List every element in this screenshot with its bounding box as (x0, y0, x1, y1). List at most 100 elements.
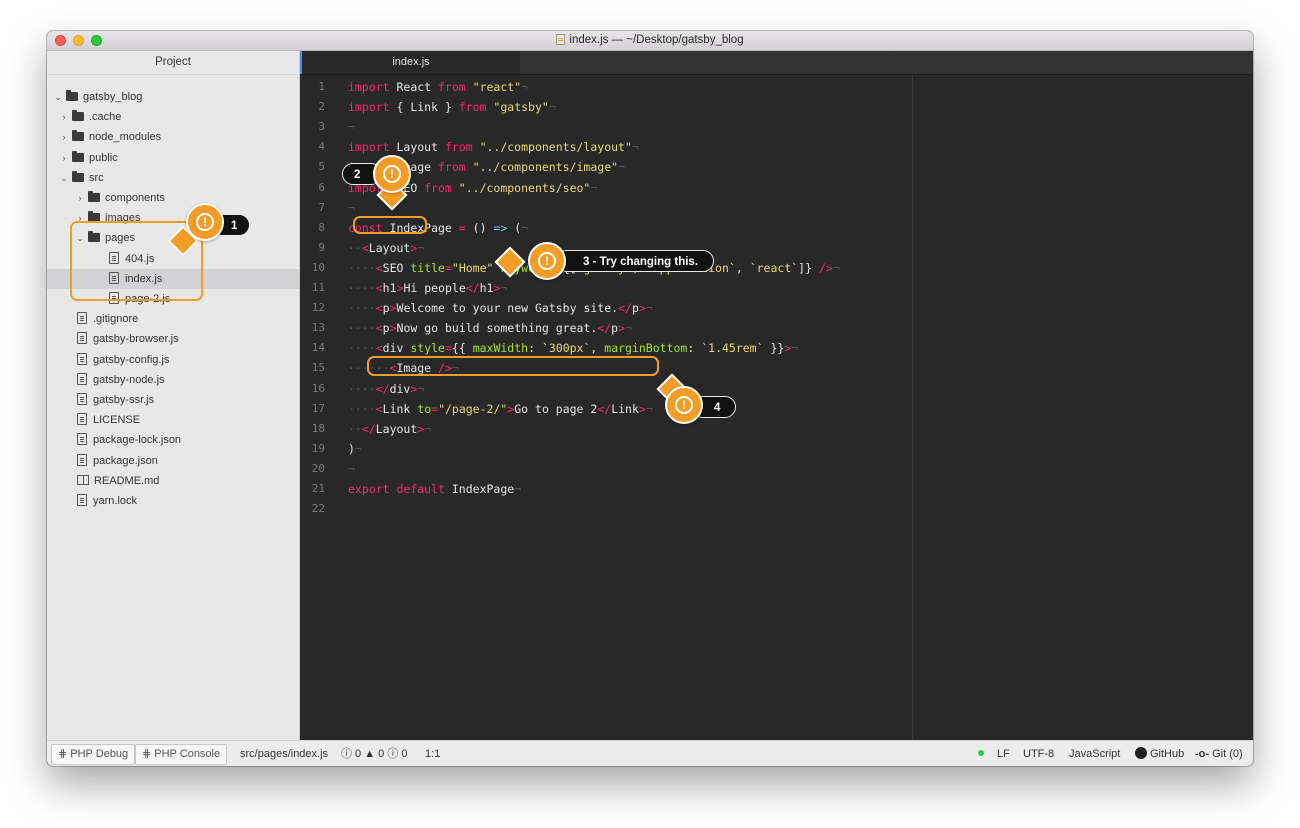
code-line[interactable]: ····<div style={{ maxWidth: `300px`, mar… (348, 338, 798, 358)
code-line[interactable]: ····<p>Now go build something great.</p>… (348, 318, 632, 338)
code-line[interactable]: import React from "react"¬ (348, 77, 528, 97)
tree-folder[interactable]: › node_modules (47, 127, 299, 147)
code-token: = (444, 260, 452, 275)
code-line[interactable]: ··<Layout>¬ (348, 238, 424, 258)
code-line[interactable]: import SEO from "../components/seo"¬ (348, 178, 597, 198)
code-line[interactable]: ····<SEO title="Home" keywords={[`gatsby… (348, 258, 840, 278)
chevron-right-icon[interactable]: › (59, 107, 69, 127)
code-token: ¬ (348, 120, 355, 135)
tree-file[interactable]: README.md (47, 471, 299, 491)
tree-item-label: package-lock.json (93, 434, 182, 447)
chevron-right-icon[interactable]: › (75, 188, 85, 208)
code-line[interactable]: ··</Layout>¬ (348, 419, 431, 439)
code-token: Now go build something great. (396, 321, 598, 336)
tree-folder[interactable]: › images (47, 208, 299, 228)
tree-file[interactable]: index.js (47, 268, 299, 289)
tree-file[interactable]: LICENSE (47, 410, 299, 430)
tree-item-label: node_modules (89, 131, 162, 144)
chevron-right-icon[interactable]: › (75, 208, 85, 228)
tree-folder[interactable]: ⌄ gatsby_blog (47, 87, 299, 107)
code-token: to (417, 401, 432, 416)
line-number: 14 (311, 341, 325, 355)
tree-file[interactable]: package-lock.json (47, 430, 299, 450)
code-token: from (444, 140, 473, 155)
chevron-down-icon[interactable]: ⌄ (59, 168, 69, 188)
tree-folder[interactable]: ⌄ src (47, 168, 299, 188)
tree-file[interactable]: gatsby-browser.js (47, 329, 299, 349)
file-icon (109, 271, 119, 284)
folder-icon (66, 90, 78, 101)
code-line[interactable]: ······<Image />¬ (348, 358, 459, 378)
chevron-right-icon[interactable]: › (59, 127, 69, 147)
line-ending[interactable]: LF (997, 741, 1010, 766)
code-token: > (638, 301, 646, 316)
tree-file[interactable]: gatsby-ssr.js (47, 390, 299, 410)
code-token: import (348, 80, 390, 94)
chevron-down-icon[interactable]: ⌄ (75, 228, 85, 248)
code-line[interactable]: ····</div>¬ (348, 379, 424, 399)
tree-file[interactable]: package.json (47, 451, 299, 471)
code-line[interactable]: ····<h1>Hi people</h1>¬ (348, 278, 507, 298)
code-line[interactable]: ¬ (348, 459, 355, 479)
code-token: ¬ (832, 260, 840, 275)
folder-icon (72, 150, 84, 162)
code-line[interactable]: const IndexPage = () => (¬ (348, 218, 528, 238)
folder-icon (72, 110, 84, 122)
github-button[interactable]: GitHub (1135, 741, 1184, 766)
git-button[interactable]: -o- Git (0) (1195, 741, 1243, 766)
code-line[interactable]: )¬ (348, 439, 362, 459)
code-token: ¬ (625, 321, 632, 336)
code-line[interactable]: ¬ (348, 198, 355, 218)
tree-folder[interactable]: › .cache (47, 107, 299, 127)
code-token: ¬ (548, 100, 556, 115)
tree-folder[interactable]: › components (47, 188, 299, 208)
folder-icon (72, 130, 84, 142)
code-token: `, ` (625, 260, 653, 275)
diagnostics-count[interactable]: ⓘ 0 ▲ 0 ⓘ 0 (341, 741, 408, 766)
code-token: /> (818, 260, 833, 275)
tree-file[interactable]: page-2.js (47, 289, 299, 309)
code-line[interactable]: import Image from "../components/image"¬ (348, 157, 625, 177)
bug-icon: ⋕ (58, 748, 68, 760)
code-line[interactable]: import { Link } from "gatsby"¬ (348, 97, 556, 117)
tree-file[interactable]: .gitignore (47, 309, 299, 329)
code-token: : ` (528, 341, 549, 356)
code-line[interactable]: ····<p>Welcome to your new Gatsby site.<… (348, 298, 653, 318)
chevron-down-icon[interactable]: ⌄ (53, 87, 63, 107)
code-token: "../components/layout" (472, 140, 632, 155)
cursor-position[interactable]: 1:1 (425, 741, 440, 766)
code-editor[interactable]: import React from "react"¬ import { Link … (348, 75, 1253, 740)
grammar-selector[interactable]: JavaScript (1069, 741, 1120, 766)
code-line[interactable]: ¬ (348, 117, 355, 137)
code-token: ¬ (645, 401, 653, 416)
code-token: < (375, 260, 383, 275)
file-icon (77, 393, 87, 405)
code-token: `, (583, 341, 605, 356)
file-path[interactable]: src/pages/index.js (240, 741, 328, 766)
code-token: import (348, 140, 390, 155)
tree-file[interactable]: gatsby-config.js (47, 350, 299, 370)
code-line[interactable]: import Layout from "../components/layout… (348, 137, 639, 157)
code-line[interactable]: export default IndexPage¬ (348, 479, 521, 499)
tree-folder[interactable]: › public (47, 148, 299, 168)
tab-index-js[interactable]: index.js (300, 51, 520, 74)
minimize-window-button[interactable] (73, 35, 84, 46)
php-console-button[interactable]: ⋕ PHP Console (135, 744, 228, 765)
tree-file[interactable]: 404.js (47, 249, 299, 269)
tree-file[interactable]: gatsby-node.js (47, 370, 299, 390)
code-token: () (465, 220, 494, 235)
tree-item-label: public (89, 151, 118, 164)
close-window-button[interactable] (55, 35, 66, 46)
php-debug-button[interactable]: ⋕ PHP Debug (51, 744, 136, 765)
line-number: 9 (318, 240, 325, 254)
chevron-right-icon[interactable]: › (59, 148, 69, 168)
code-token: /> (438, 361, 452, 376)
file-encoding[interactable]: UTF-8 (1023, 741, 1054, 766)
code-line[interactable]: ····<Link to="/page-2/">Go to page 2</Li… (348, 399, 653, 419)
code-token: import (348, 100, 390, 115)
tree-file[interactable]: yarn.lock (47, 491, 299, 511)
tree-folder[interactable]: ⌄ pages (47, 228, 299, 248)
code-token: </ (597, 401, 612, 416)
git-commit-icon: -o- (1195, 748, 1210, 760)
zoom-window-button[interactable] (91, 35, 102, 46)
